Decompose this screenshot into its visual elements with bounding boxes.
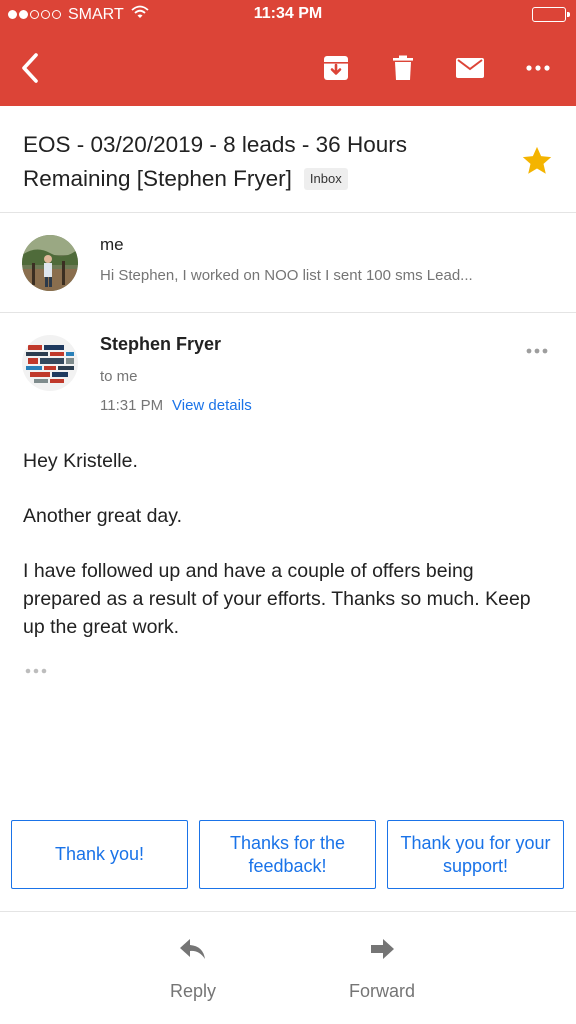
smart-reply-button[interactable]: Thank you for your support! <box>387 820 564 889</box>
bottom-action-bar: Reply Forward <box>0 911 576 1024</box>
star-button[interactable] <box>520 144 554 178</box>
expanded-message: Stephen Fryer to me 11:31 PM View detail… <box>0 313 576 813</box>
ellipsis-icon <box>25 668 47 674</box>
message-recipient: to me <box>100 368 138 385</box>
battery-icon <box>532 7 570 22</box>
reply-button[interactable]: Reply <box>138 938 248 1008</box>
mark-unread-button[interactable] <box>450 50 490 86</box>
envelope-icon <box>456 58 484 78</box>
body-paragraph: Another great day. <box>23 505 182 527</box>
thread-subject: EOS - 03/20/2019 - 8 leads - 36 Hours Re… <box>23 128 493 196</box>
back-button[interactable] <box>10 50 50 86</box>
subject-line-2: Remaining [Stephen Fryer] <box>23 166 292 191</box>
smart-replies: Thank you! Thanks for the feedback! Than… <box>0 820 576 890</box>
forward-icon <box>371 939 394 959</box>
avatar <box>22 235 78 291</box>
smart-reply-button[interactable]: Thank you! <box>11 820 188 889</box>
body-paragraph: I have followed up and have a couple of … <box>23 560 531 638</box>
trash-icon <box>393 55 413 80</box>
star-icon <box>522 146 552 174</box>
app-toolbar <box>0 30 576 106</box>
forward-label: Forward <box>348 981 415 1001</box>
inbox-label-badge[interactable]: Inbox <box>303 168 348 190</box>
collapsed-snippet: Hi Stephen, I worked on NOO list I sent … <box>100 267 473 284</box>
thread-header: EOS - 03/20/2019 - 8 leads - 36 Hours Re… <box>0 106 576 213</box>
status-bar: SMART 11:34 PM <box>0 0 576 30</box>
message-time: 11:31 PM <box>100 397 164 414</box>
collapsed-message[interactable]: me Hi Stephen, I worked on NOO list I se… <box>0 213 576 313</box>
archive-button[interactable] <box>318 50 354 86</box>
smart-reply-button[interactable]: Thanks for the feedback! <box>199 820 376 889</box>
avatar <box>22 335 78 391</box>
subject-line-1: EOS - 03/20/2019 - 8 leads - 36 Hours <box>23 132 407 157</box>
delete-button[interactable] <box>385 50 421 86</box>
reply-icon <box>180 939 205 959</box>
word-cloud-avatar-icon <box>22 335 78 391</box>
collapsed-sender: me <box>100 235 124 254</box>
body-paragraph: Hey Kristelle. <box>23 450 138 472</box>
clock: 11:34 PM <box>253 5 323 22</box>
photo-avatar-icon <box>22 235 78 291</box>
message-more-button[interactable] <box>520 341 554 361</box>
more-horizontal-icon <box>526 65 550 71</box>
forward-button[interactable]: Forward <box>327 938 437 1008</box>
message-sender: Stephen Fryer <box>100 334 222 354</box>
message-body: Hey Kristelle. Another great day. I have… <box>23 447 553 668</box>
archive-icon <box>324 56 348 80</box>
reply-label: Reply <box>169 981 217 1001</box>
show-trimmed-content-button[interactable] <box>24 663 54 674</box>
back-chevron-icon <box>22 53 38 83</box>
more-horizontal-icon <box>526 348 548 354</box>
more-options-button[interactable] <box>518 50 558 86</box>
view-details-link[interactable]: View details <box>172 397 252 414</box>
